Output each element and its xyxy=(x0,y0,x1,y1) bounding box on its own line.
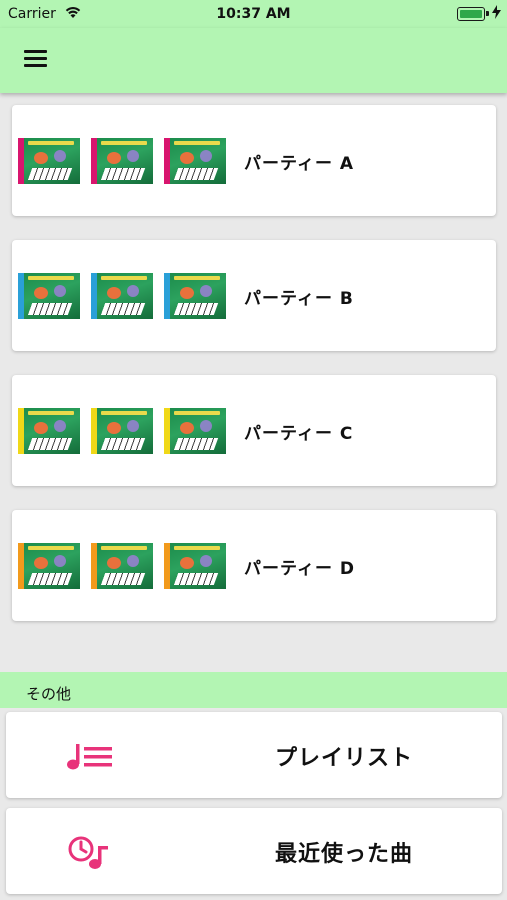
book-cover-image xyxy=(18,543,80,589)
section-header-other: その他 xyxy=(0,672,507,708)
party-card[interactable]: パーティー C xyxy=(12,375,496,486)
party-card[interactable]: パーティー A xyxy=(12,105,496,216)
charging-bolt-icon xyxy=(492,5,501,19)
book-cover-image xyxy=(91,543,153,589)
playlist-label: プレイリスト xyxy=(274,746,413,771)
recent-songs-label: 最近使った曲 xyxy=(274,842,413,867)
recent-songs-button[interactable]: 最近使った曲 xyxy=(6,808,502,894)
book-covers xyxy=(18,138,228,184)
section-header-label: その他 xyxy=(26,685,72,703)
playlist-icon xyxy=(67,744,112,770)
book-covers xyxy=(18,273,228,319)
battery-cap xyxy=(486,11,489,16)
recent-songs-icon xyxy=(68,836,108,869)
book-cover-image xyxy=(164,273,226,319)
party-card-label: パーティー C xyxy=(244,424,354,444)
book-cover-image xyxy=(18,273,80,319)
book-cover-image xyxy=(91,408,153,454)
status-bar: Carrier 10:37 AM xyxy=(0,0,507,28)
book-covers xyxy=(18,408,228,454)
book-cover-image xyxy=(18,408,80,454)
book-cover-image xyxy=(164,408,226,454)
app-bar xyxy=(0,28,507,93)
book-cover-image xyxy=(91,273,153,319)
party-card-label: パーティー B xyxy=(244,289,354,309)
book-cover-image xyxy=(18,138,80,184)
party-card[interactable]: パーティー D xyxy=(12,510,496,621)
party-card[interactable]: パーティー B xyxy=(12,240,496,351)
party-card-label: パーティー A xyxy=(244,154,355,174)
book-cover-image xyxy=(164,543,226,589)
book-cover-image xyxy=(164,138,226,184)
status-time: 10:37 AM xyxy=(216,6,291,22)
playlist-button[interactable]: プレイリスト xyxy=(6,712,502,798)
book-cover-image xyxy=(91,138,153,184)
party-list: パーティー A パーティー B パーティー C パーティー D xyxy=(12,105,496,645)
book-covers xyxy=(18,543,228,589)
hamburger-menu-icon[interactable] xyxy=(24,50,47,68)
party-card-label: パーティー D xyxy=(244,559,356,579)
battery-icon xyxy=(457,7,485,21)
